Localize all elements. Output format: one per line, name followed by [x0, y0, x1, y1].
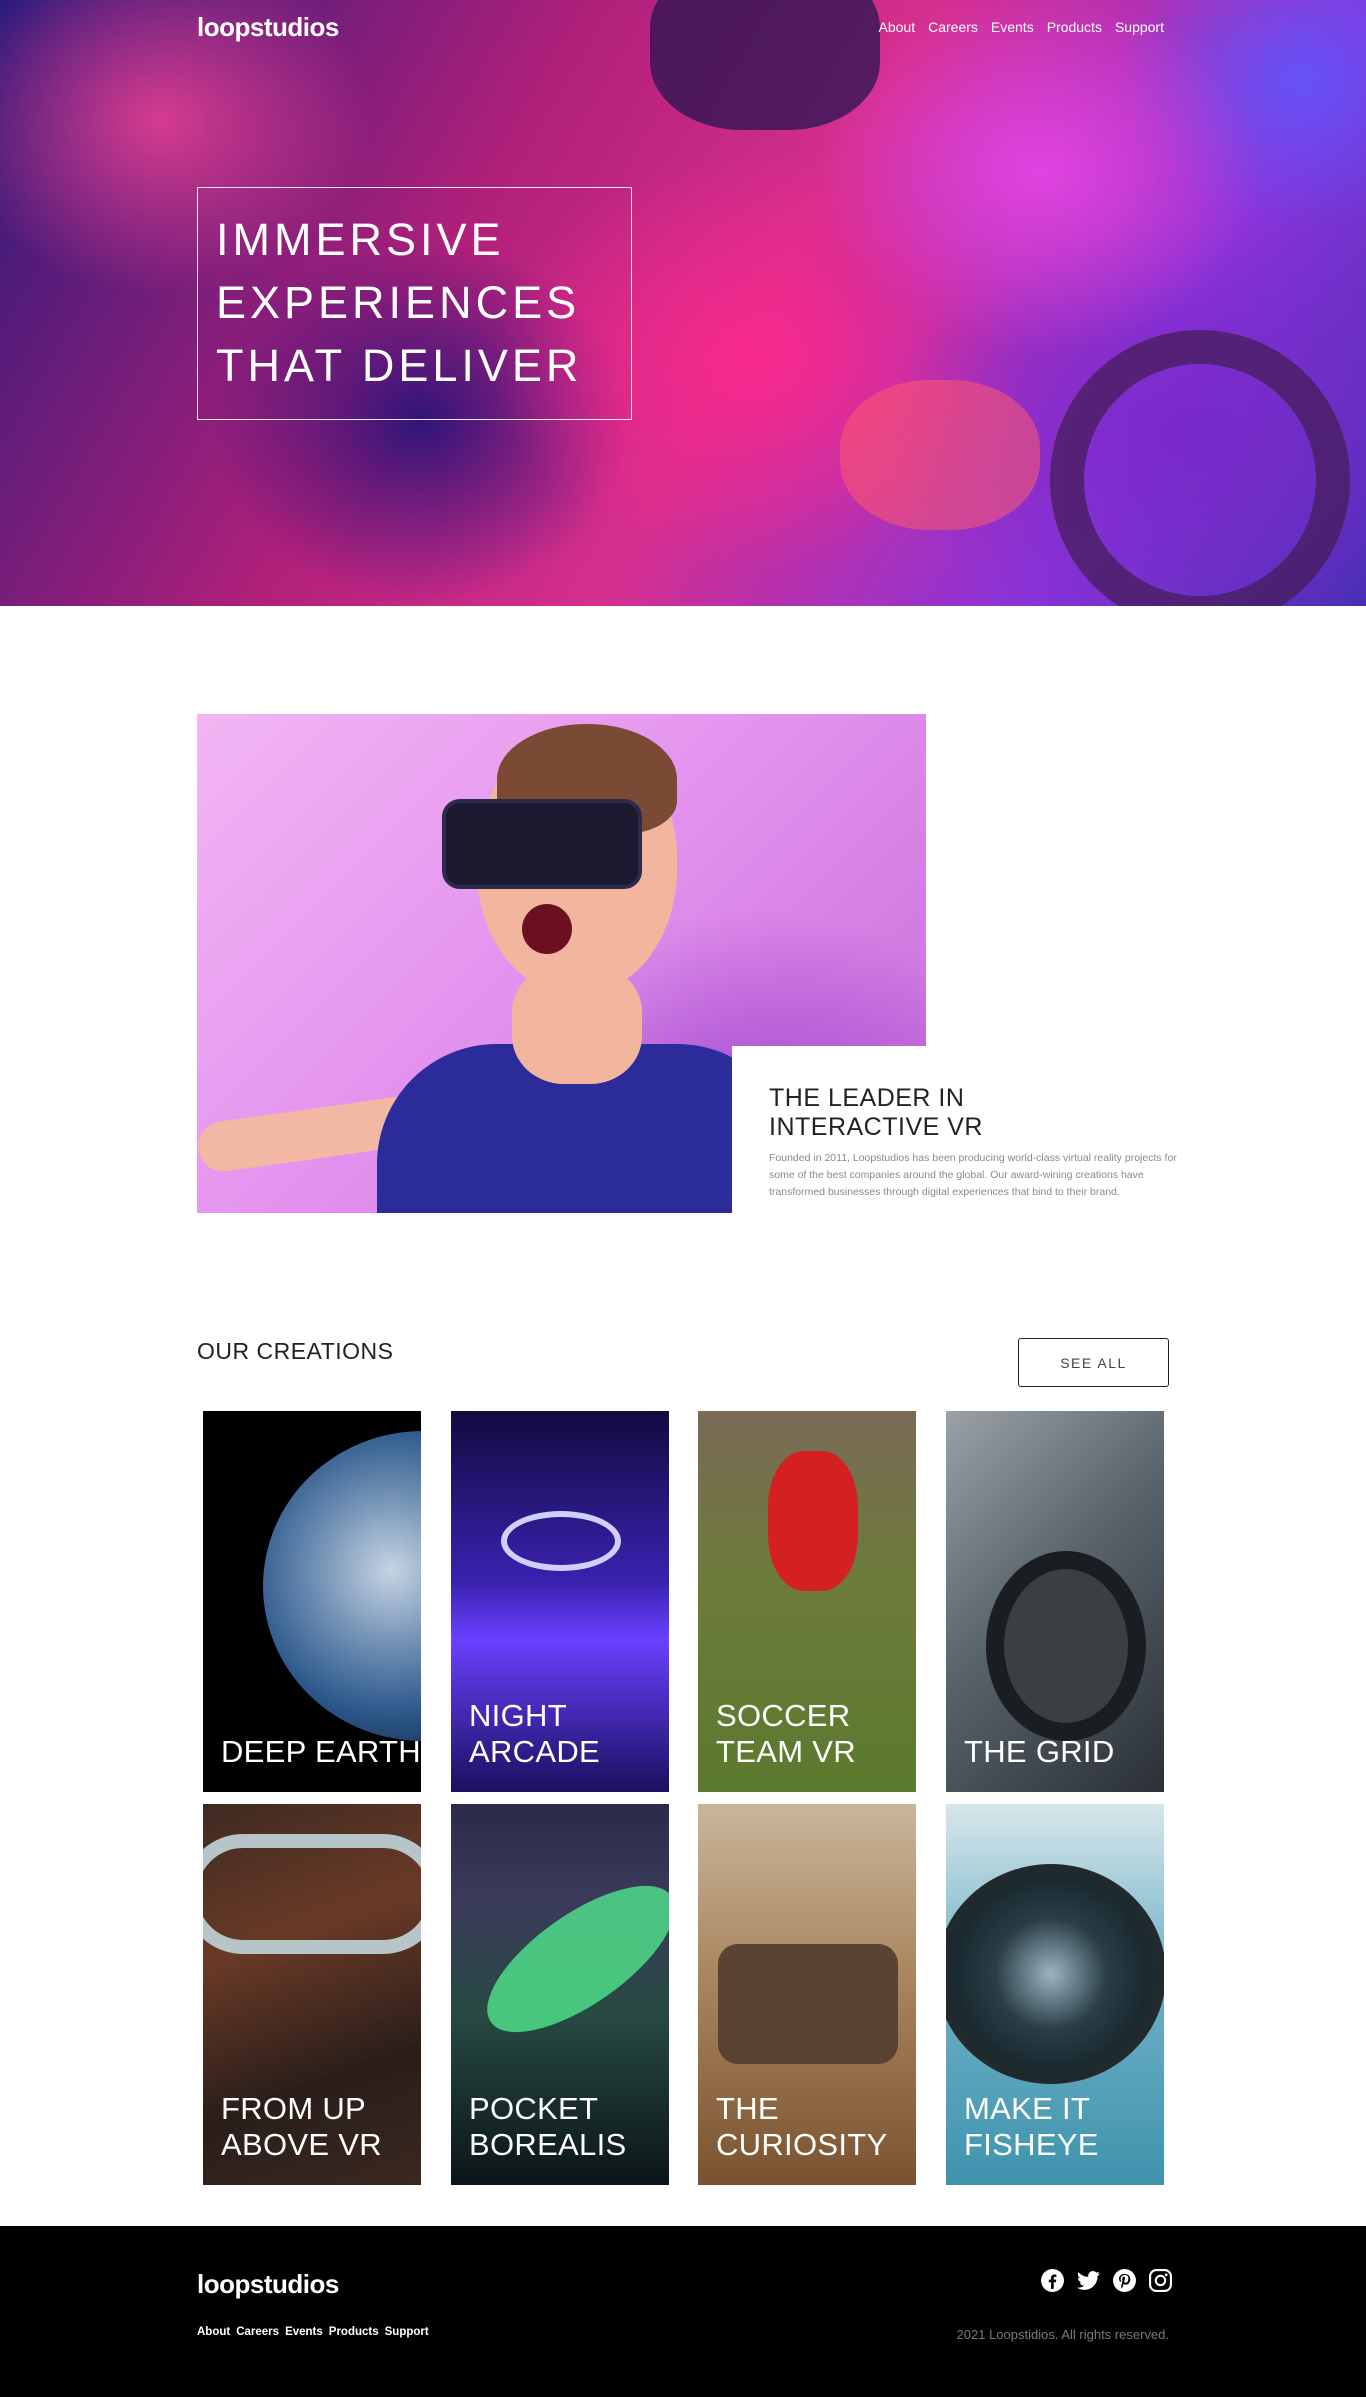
creation-card-label: FROM UP ABOVE VR — [221, 2091, 382, 2162]
hero-image-hand — [840, 380, 1040, 530]
footer-nav: About Careers Events Products Support — [197, 2326, 429, 2338]
fisheye-image — [946, 1864, 1164, 2084]
footer-nav-careers[interactable]: Careers — [236, 2326, 279, 2338]
creation-card-label: THE GRID — [964, 1734, 1115, 1769]
top-navigation: loopstudios About Careers Events Product… — [197, 12, 1164, 42]
intro-title: THE LEADER IN INTERACTIVE VR — [769, 1084, 983, 1141]
soccer-player-image — [768, 1451, 858, 1591]
footer-nav-support[interactable]: Support — [385, 2326, 429, 2338]
mars-rover-image — [718, 1944, 898, 2064]
hero-title-box: IMMERSIVE EXPERIENCES THAT DELIVER — [197, 187, 632, 420]
twitter-icon[interactable] — [1076, 2268, 1101, 2293]
creation-card-night-arcade[interactable]: NIGHT ARCADE — [451, 1411, 669, 1792]
winding-road-image — [203, 1834, 421, 1954]
creation-card-label: THE CURIOSITY — [716, 2091, 888, 2162]
footer-logo[interactable]: loopstudios — [197, 2269, 339, 2300]
footer-nav-products[interactable]: Products — [329, 2326, 379, 2338]
intro-card: THE LEADER IN INTERACTIVE VR Founded in … — [732, 1046, 1198, 1216]
hero-image-steering-wheel — [1050, 330, 1350, 606]
nav-products[interactable]: Products — [1047, 19, 1102, 35]
creation-card-label: NIGHT ARCADE — [469, 1698, 600, 1769]
nav-careers[interactable]: Careers — [928, 19, 978, 35]
pinterest-icon[interactable] — [1112, 2268, 1137, 2293]
hero-title: IMMERSIVE EXPERIENCES THAT DELIVER — [216, 214, 583, 391]
facebook-icon[interactable] — [1040, 2268, 1065, 2293]
nav-about[interactable]: About — [879, 19, 916, 35]
earth-image — [263, 1431, 421, 1741]
creations-title: OUR CREATIONS — [197, 1338, 394, 1364]
logo[interactable]: loopstudios — [197, 12, 339, 43]
creation-card-pocket-borealis[interactable]: POCKET BOREALIS — [451, 1804, 669, 2185]
intro-body: Founded in 2011, Loopstudios has been pr… — [769, 1152, 1177, 1198]
creation-card-label: MAKE IT FISHEYE — [964, 2091, 1099, 2162]
arcade-image — [501, 1511, 621, 1571]
aurora-image — [465, 1859, 669, 2059]
footer-nav-about[interactable]: About — [197, 2326, 230, 2338]
nav-events[interactable]: Events — [991, 19, 1034, 35]
social-links — [1040, 2268, 1173, 2293]
creation-card-make-it-fisheye[interactable]: MAKE IT FISHEYE — [946, 1804, 1164, 2185]
hero-section: loopstudios About Careers Events Product… — [0, 0, 1366, 606]
creation-card-label: POCKET BOREALIS — [469, 2091, 627, 2162]
main-nav: About Careers Events Products Support — [879, 19, 1165, 35]
intro-image-headset — [442, 799, 642, 889]
creation-card-from-up-above-vr[interactable]: FROM UP ABOVE VR — [203, 1804, 421, 2185]
race-car-wheel-image — [986, 1551, 1146, 1741]
creation-card-label: DEEP EARTH — [221, 1734, 421, 1769]
footer-nav-events[interactable]: Events — [285, 2326, 323, 2338]
footer: loopstudios About Careers Events Product… — [0, 2226, 1366, 2397]
see-all-button[interactable]: SEE ALL — [1018, 1338, 1169, 1387]
creation-card-soccer-team-vr[interactable]: SOCCER TEAM VR — [698, 1411, 916, 1792]
creation-card-the-curiosity[interactable]: THE CURIOSITY — [698, 1804, 916, 2185]
creation-card-deep-earth[interactable]: DEEP EARTH — [203, 1411, 421, 1792]
copyright-text: 2021 Loopstidios. All rights reserved. — [956, 2327, 1169, 2342]
intro-image-mouth — [522, 904, 572, 954]
creation-card-the-grid[interactable]: THE GRID — [946, 1411, 1164, 1792]
creation-card-label: SOCCER TEAM VR — [716, 1698, 856, 1769]
instagram-icon[interactable] — [1148, 2268, 1173, 2293]
nav-support[interactable]: Support — [1115, 19, 1164, 35]
